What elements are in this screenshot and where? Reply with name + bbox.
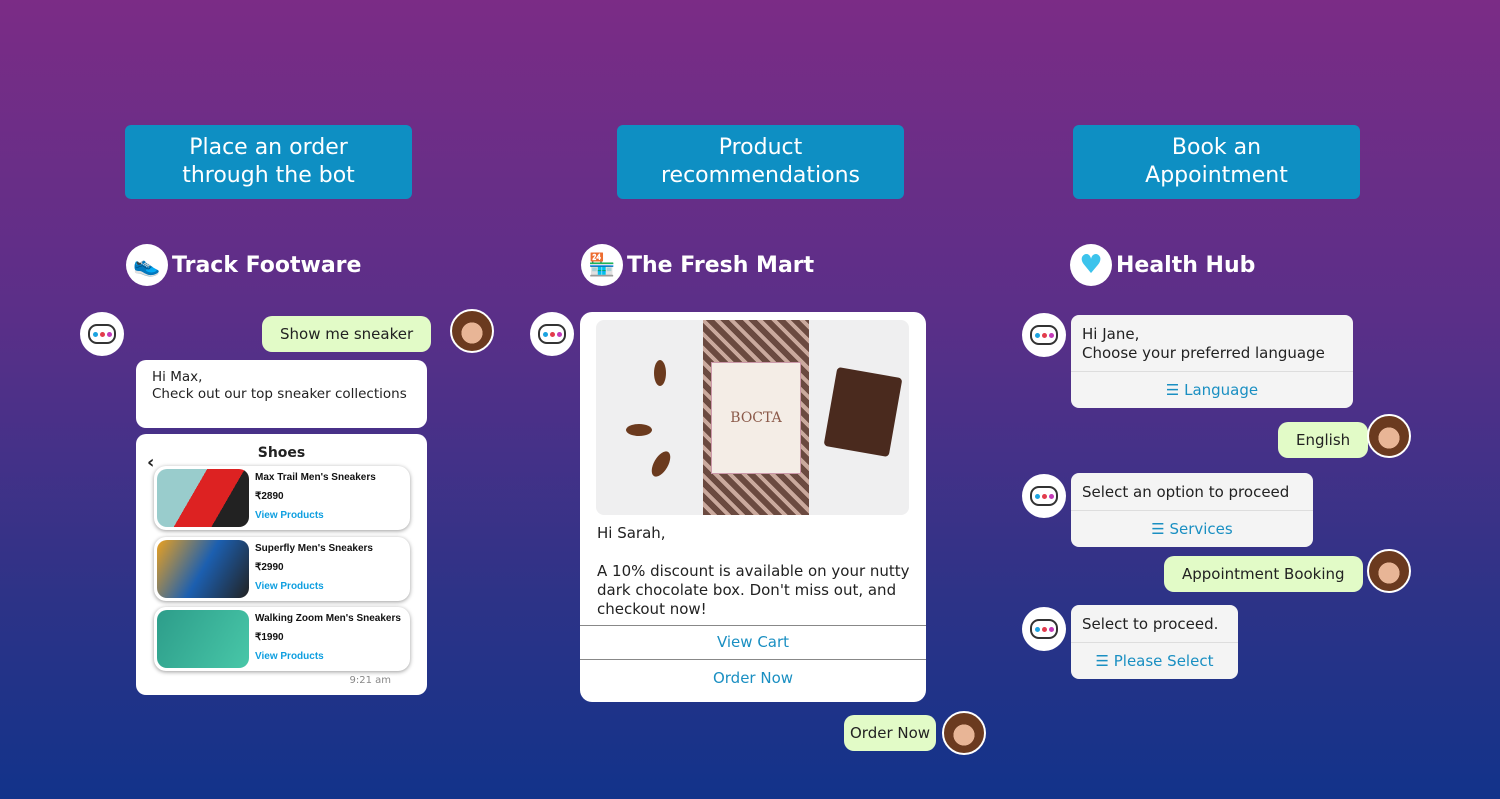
shoe-icon: 👟: [126, 244, 168, 286]
brand-track-footware: 👟 Track Footware: [126, 244, 361, 286]
product-card[interactable]: Max Trail Men's Sneakers ₹2890 View Produc…: [154, 466, 410, 530]
list-icon: ☰: [1151, 520, 1170, 538]
list-icon: ☰: [1095, 652, 1114, 670]
order-now-button[interactable]: Order Now: [580, 659, 926, 697]
product-name: Walking Zoom Men's Sneakers: [255, 613, 401, 624]
list-icon: ☰: [1165, 381, 1185, 399]
bot-avatar: [1022, 474, 1066, 518]
bot-message: Hi Sarah, A 10% discount is available on…: [597, 524, 910, 618]
bot-avatar: [1022, 607, 1066, 651]
bot-message-select: Select to proceed. ☰ Please Select: [1071, 605, 1238, 679]
button-label: Language: [1184, 381, 1259, 399]
header-book-appointment: Book an Appointment: [1073, 125, 1360, 199]
timestamp: 9:21 am: [349, 675, 391, 686]
button-label: Services: [1169, 520, 1233, 538]
user-avatar: [450, 309, 494, 353]
user-message: English: [1278, 422, 1369, 458]
product-card[interactable]: Walking Zoom Men's Sneakers ₹1990 View Pro…: [154, 607, 410, 671]
brand-name: Health Hub: [1116, 252, 1256, 278]
product-image: BOCTA: [596, 320, 909, 515]
carousel-title: Shoes: [257, 445, 306, 461]
user-message: Show me sneaker: [262, 316, 432, 352]
button-label: Please Select: [1113, 652, 1214, 670]
bot-message: Hi Max, Check out our top sneaker collec…: [136, 360, 427, 428]
brand-name: Track Footware: [172, 252, 362, 278]
bot-avatar: [1022, 313, 1066, 357]
product-image: [157, 540, 249, 598]
product-image: [157, 469, 249, 527]
message-text: Select an option to proceed: [1082, 483, 1290, 501]
user-message: Order Now: [844, 715, 937, 751]
brand-name: The Fresh Mart: [627, 252, 815, 278]
product-label: BOCTA: [711, 362, 801, 474]
please-select-button[interactable]: ☰ Please Select: [1071, 642, 1238, 679]
product-carousel: Shoes ‹ Max Trail Men's Sneakers ₹2890 Vie…: [136, 434, 427, 695]
user-avatar: [942, 711, 986, 755]
product-name: Max Trail Men's Sneakers: [255, 472, 376, 483]
view-products-link[interactable]: View Products: [255, 651, 401, 663]
view-products-link[interactable]: View Products: [255, 581, 373, 593]
product-name: Superfly Men's Sneakers: [255, 543, 373, 554]
language-button[interactable]: ☰ Language: [1071, 371, 1353, 408]
bot-avatar: [80, 312, 124, 356]
services-button[interactable]: ☰ Services: [1071, 510, 1313, 547]
bot-message-language: Hi Jane, Choose your preferred language …: [1071, 315, 1353, 408]
message-text: Hi Jane, Choose your preferred language: [1082, 325, 1325, 362]
product-price: ₹2890: [255, 491, 284, 502]
product-price: ₹1990: [255, 632, 284, 643]
product-price: ₹2990: [255, 562, 284, 573]
product-card[interactable]: Superfly Men's Sneakers ₹2990 View Product…: [154, 537, 410, 601]
view-cart-button[interactable]: View Cart: [580, 625, 926, 659]
chevron-left-icon[interactable]: ‹: [147, 454, 154, 472]
bot-avatar: [530, 312, 574, 356]
product-image: [157, 610, 249, 668]
message-text: Select to proceed.: [1082, 615, 1219, 633]
user-message: Appointment Booking: [1164, 556, 1363, 592]
header-place-order: Place an order through the bot: [125, 125, 412, 199]
user-avatar: [1367, 414, 1411, 458]
heart-plus-icon: ♥: [1070, 244, 1112, 286]
user-avatar: [1367, 549, 1411, 593]
view-products-link[interactable]: View Products: [255, 510, 376, 522]
brand-fresh-mart: 🏪 The Fresh Mart: [581, 244, 814, 286]
bot-message-services: Select an option to proceed ☰ Services: [1071, 473, 1313, 547]
brand-health-hub: ♥ Health Hub: [1070, 244, 1255, 286]
product-recommendation-card: BOCTA Hi Sarah, A 10% discount is availa…: [580, 312, 926, 702]
shop-icon: 🏪: [581, 244, 623, 286]
header-product-recommendations: Product recommendations: [617, 125, 904, 199]
